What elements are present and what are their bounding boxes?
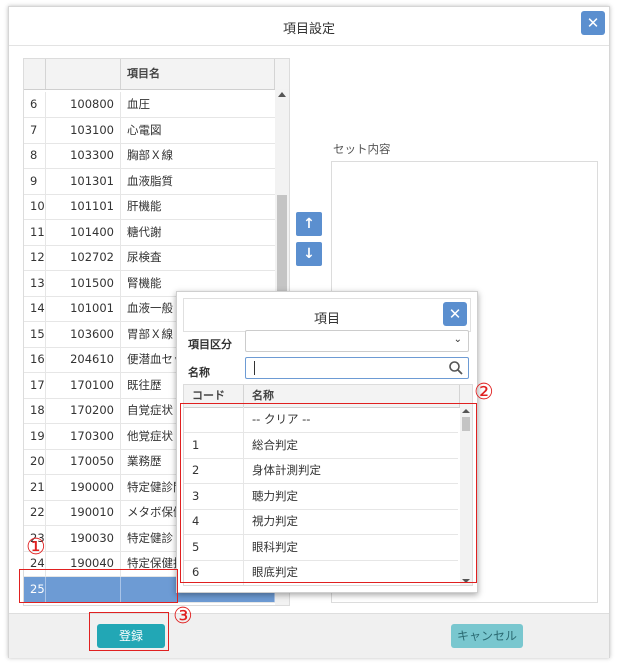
row-index: 18 bbox=[24, 398, 46, 423]
row-code: 103100 bbox=[46, 117, 121, 143]
table-row[interactable]: 10 101101 肝機能 bbox=[24, 194, 275, 220]
row-name: 尿検査 bbox=[127, 250, 162, 264]
row-code: 170050 bbox=[46, 449, 121, 474]
annotation-number-3: ③ bbox=[173, 604, 193, 629]
row-code: 170200 bbox=[46, 398, 121, 423]
row-name: 心電図 bbox=[127, 122, 162, 137]
table-row[interactable]: 8 103300 胸部Ｘ線 bbox=[24, 143, 275, 169]
annotation-number-1: ① bbox=[26, 535, 46, 560]
category-select[interactable]: ⌄ bbox=[245, 330, 469, 352]
row-index: 9 bbox=[24, 168, 46, 194]
row-code: 101500 bbox=[46, 270, 121, 296]
row-code: 190030 bbox=[46, 525, 121, 551]
row-name: 胸部Ｘ線 bbox=[127, 148, 173, 162]
set-contents-label: セット内容 bbox=[333, 142, 391, 156]
move-up-button[interactable]: ↑ bbox=[296, 212, 322, 236]
scroll-up-icon[interactable] bbox=[278, 92, 286, 97]
dialog-header: 項目設定 ✕ bbox=[9, 7, 609, 46]
annotation-box-1 bbox=[19, 569, 178, 603]
row-name: 血液脂質 bbox=[127, 173, 173, 188]
popup-title: 項目 bbox=[313, 312, 340, 327]
row-index: 21 bbox=[24, 474, 46, 500]
row-code: 190010 bbox=[46, 500, 121, 525]
row-code: 204610 bbox=[46, 347, 121, 372]
row-index: 11 bbox=[24, 219, 46, 245]
close-icon[interactable]: ✕ bbox=[443, 302, 467, 326]
row-code: 103600 bbox=[46, 321, 121, 347]
row-code: 170100 bbox=[46, 372, 121, 398]
grid-header: 項目名 bbox=[24, 59, 289, 90]
row-code: 103300 bbox=[46, 143, 121, 168]
row-code: 101101 bbox=[46, 194, 121, 219]
row-index: 14 bbox=[24, 296, 46, 321]
row-index: 19 bbox=[24, 423, 46, 449]
table-row[interactable]: 12 102702 尿検査 bbox=[24, 245, 275, 271]
row-name: 糖代謝 bbox=[127, 224, 162, 239]
category-label: 項目区分 bbox=[188, 338, 232, 351]
close-icon[interactable]: ✕ bbox=[581, 11, 605, 35]
annotation-number-2: ② bbox=[474, 380, 494, 405]
row-index: 7 bbox=[24, 117, 46, 143]
row-code: 170300 bbox=[46, 423, 121, 449]
row-code: 190000 bbox=[46, 474, 121, 500]
annotation-box-3 bbox=[89, 612, 169, 651]
grid-header-index bbox=[24, 59, 46, 89]
cancel-button[interactable]: キャンセル bbox=[451, 624, 523, 648]
row-index: 12 bbox=[24, 245, 46, 270]
row-index: 6 bbox=[24, 92, 46, 117]
row-index: 13 bbox=[24, 270, 46, 296]
row-index: 15 bbox=[24, 321, 46, 347]
row-index: 22 bbox=[24, 500, 46, 525]
row-name: 血圧 bbox=[127, 97, 150, 111]
name-search-input[interactable] bbox=[245, 357, 469, 379]
grid-header-code bbox=[46, 59, 121, 89]
search-icon[interactable] bbox=[448, 360, 464, 376]
row-index: 16 bbox=[24, 347, 46, 372]
row-index: 17 bbox=[24, 372, 46, 398]
chevron-down-icon: ⌄ bbox=[453, 334, 462, 345]
annotation-box-2 bbox=[180, 403, 477, 583]
table-row[interactable]: 7 103100 心電図 bbox=[24, 117, 275, 144]
row-code: 101301 bbox=[46, 168, 121, 194]
table-row[interactable]: 11 101400 糖代謝 bbox=[24, 219, 275, 246]
text-caret bbox=[254, 361, 255, 375]
row-index: 20 bbox=[24, 449, 46, 474]
move-down-button[interactable]: ↓ bbox=[296, 242, 322, 266]
row-name: 肝機能 bbox=[127, 199, 162, 213]
row-index: 8 bbox=[24, 143, 46, 168]
table-row[interactable]: 9 101301 血液脂質 bbox=[24, 168, 275, 195]
row-code: 101001 bbox=[46, 296, 121, 321]
table-row[interactable]: 6 100800 血圧 bbox=[24, 92, 275, 118]
dialog-title: 項目設定 bbox=[282, 22, 335, 37]
grid-header-name: 項目名 bbox=[121, 59, 275, 89]
row-code: 102702 bbox=[46, 245, 121, 270]
row-index: 10 bbox=[24, 194, 46, 219]
row-code: 100800 bbox=[46, 92, 121, 117]
popup-header: 項目 ✕ bbox=[183, 298, 471, 332]
name-label: 名称 bbox=[188, 366, 210, 379]
row-code: 101400 bbox=[46, 219, 121, 245]
